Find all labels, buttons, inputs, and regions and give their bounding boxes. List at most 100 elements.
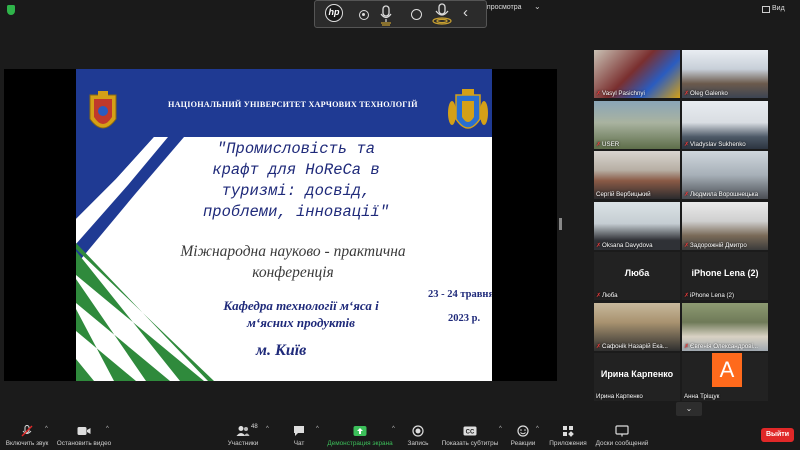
title-line: "Промисловість та bbox=[216, 140, 376, 158]
participant-tile[interactable]: ✗Oleg Galenko bbox=[682, 50, 768, 98]
participant-name-text: iPhone Lena (2) bbox=[690, 292, 735, 299]
participant-name: Сергій Вербицький bbox=[596, 191, 651, 198]
chevron-left-icon[interactable]: ‹ bbox=[463, 4, 468, 21]
presentation-slide: НАЦІОНАЛЬНИЙ УНІВЕРСИТЕТ ХАРЧОВИХ ТЕХНОЛ… bbox=[76, 69, 492, 381]
record-icon[interactable] bbox=[359, 10, 369, 20]
chat-icon bbox=[294, 426, 304, 436]
chevron-up-icon[interactable]: ^ bbox=[316, 426, 319, 432]
mic-muted-icon: ✗ bbox=[596, 343, 602, 350]
reactions-label: Реакции bbox=[510, 440, 536, 447]
participant-tile[interactable]: ✗Vasyl Pasichnyi bbox=[594, 50, 680, 98]
title-line: проблеми, інновації" bbox=[202, 203, 390, 221]
svg-text:CC: CC bbox=[466, 430, 475, 436]
share-screen-button[interactable]: Демонстрация экрана bbox=[326, 420, 394, 450]
participant-display-name: iPhone Lena (2) bbox=[691, 268, 759, 278]
reactions-button[interactable]: Реакции bbox=[508, 420, 538, 450]
captions-label: Показать субтитры bbox=[441, 440, 499, 447]
mic-muted-icon: ✗ bbox=[596, 242, 602, 249]
mic-muted-icon: ✗ bbox=[684, 192, 690, 198]
avatar: A bbox=[712, 353, 742, 387]
participant-name: ✗Люба bbox=[596, 292, 618, 299]
camera-ring-icon[interactable] bbox=[411, 9, 422, 20]
view-button[interactable]: Вид bbox=[772, 5, 785, 12]
grid-view-icon bbox=[762, 6, 770, 13]
chat-button[interactable]: Чат bbox=[286, 420, 312, 450]
participant-name-text: Задорожній Дмитро bbox=[690, 241, 747, 249]
chevron-up-icon[interactable]: ^ bbox=[106, 426, 109, 432]
title-line: крафт для HoReCa в bbox=[212, 161, 380, 179]
participant-display-name: Ирина Карпенко bbox=[600, 369, 674, 379]
chat-label: Чат bbox=[293, 440, 305, 447]
mic-active-icon[interactable] bbox=[431, 2, 453, 26]
chevron-up-icon[interactable]: ^ bbox=[536, 426, 539, 432]
participant-name: ✗Людмила Ворошнецька bbox=[684, 191, 758, 198]
title-line: туризмі: досвід, bbox=[221, 182, 371, 200]
participant-tile[interactable]: ✗Євгенія Олександрові... bbox=[682, 302, 768, 351]
conference-subtitle: Міжнародна науково - практична конференц… bbox=[148, 241, 438, 283]
apps-button[interactable]: Приложения bbox=[546, 420, 590, 450]
chevron-up-icon[interactable]: ^ bbox=[266, 426, 269, 432]
participant-name: ✗Задорожній Дмитро bbox=[684, 242, 747, 249]
participant-tile[interactable]: Сергій Вербицький bbox=[594, 151, 680, 199]
participant-tile[interactable]: ✗Vladyslav Sukhenko bbox=[682, 100, 768, 149]
participant-name: Анна Тріщук bbox=[684, 393, 719, 400]
participant-tile[interactable]: A Анна Тріщук bbox=[682, 353, 768, 401]
captions-button[interactable]: CC Показать субтитры bbox=[440, 420, 500, 450]
security-shield-icon[interactable] bbox=[7, 5, 15, 15]
mic-muted-icon: ✗ bbox=[684, 141, 690, 148]
whiteboards-button[interactable]: Доски сообщений bbox=[594, 420, 650, 450]
video-button[interactable]: Остановить видео bbox=[56, 420, 112, 450]
participant-name: ✗Євгенія Олександрові... bbox=[684, 343, 758, 350]
mic-muted-icon: ✗ bbox=[684, 91, 690, 97]
participant-name: ✗Vladyslav Sukhenko bbox=[684, 141, 746, 148]
participant-tile[interactable]: Люба ✗Люба bbox=[594, 252, 680, 300]
smiley-icon bbox=[517, 425, 529, 437]
participant-tile[interactable]: ✗Oksana Davydova bbox=[594, 201, 680, 250]
video-camera-icon bbox=[77, 427, 91, 435]
whiteboard-icon bbox=[615, 425, 629, 437]
share-screen-label: Демонстрация экрана bbox=[327, 440, 393, 447]
chevron-up-icon[interactable]: ^ bbox=[45, 426, 48, 432]
chevron-up-icon[interactable]: ^ bbox=[392, 426, 395, 432]
participant-tile[interactable]: Ирина Карпенко Ирина Карпенко bbox=[594, 353, 680, 401]
participant-name: ✗Oksana Davydova bbox=[596, 242, 653, 249]
participant-name-text: Oleg Galenko bbox=[690, 90, 728, 97]
participant-name-text: Євгенія Олександрові... bbox=[690, 342, 759, 350]
participant-tile[interactable]: ✗Людмила Ворошнецька bbox=[682, 151, 768, 199]
chevron-down-icon[interactable]: ⌄ bbox=[676, 402, 702, 416]
subtitle-line: Міжнародна науково - практична bbox=[180, 243, 406, 260]
video-label: Остановить видео bbox=[56, 440, 112, 447]
department-line: м‘ясних продуктів bbox=[247, 315, 355, 330]
participant-tile[interactable]: ✗USER bbox=[594, 100, 680, 149]
participant-tile[interactable]: ✗Сафоніk Назарій Ека... bbox=[594, 302, 680, 351]
chevron-up-icon[interactable]: ^ bbox=[499, 426, 502, 432]
record-label: Запись bbox=[407, 440, 429, 447]
department-name: Кафедра технології м‘яса і м‘ясних проду… bbox=[181, 297, 421, 331]
leave-meeting-button[interactable]: Выйти bbox=[761, 428, 794, 442]
participant-name: ✗Oleg Galenko bbox=[684, 90, 728, 97]
participant-tile[interactable]: ✗Задорожній Дмитро bbox=[682, 201, 768, 250]
mic-muted-icon: ✗ bbox=[596, 141, 602, 148]
record-button[interactable]: Запись bbox=[404, 420, 432, 450]
participant-name-text: Сергій Вербицький bbox=[596, 191, 651, 198]
university-name: НАЦІОНАЛЬНИЙ УНІВЕРСИТЕТ ХАРЧОВИХ ТЕХНОЛ… bbox=[168, 100, 418, 109]
participant-name-text: Oksana Davydova bbox=[602, 241, 653, 249]
mute-button[interactable]: Включить звук bbox=[4, 420, 50, 450]
closed-captions-icon: CC bbox=[463, 426, 477, 436]
participant-name-text: Сафоніk Назарій Ека... bbox=[602, 342, 668, 350]
participant-tile[interactable]: iPhone Lena (2) ✗iPhone Lena (2) bbox=[682, 252, 768, 300]
participant-name-text: Vasyl Pasichnyi bbox=[602, 90, 645, 97]
chevron-down-icon[interactable]: ⌄ bbox=[534, 2, 541, 11]
conference-city: м. Київ bbox=[256, 342, 307, 359]
mic-muted-icon: ✗ bbox=[596, 293, 602, 299]
meeting-toolbar: Включить звук ^ Остановить видео ^ Участ… bbox=[0, 420, 800, 450]
share-screen-icon bbox=[353, 426, 367, 436]
mic-muted-icon bbox=[21, 425, 33, 437]
participant-display-name: Люба bbox=[624, 268, 650, 278]
participants-label: Участники bbox=[227, 440, 259, 447]
resize-handle[interactable] bbox=[559, 218, 562, 230]
participant-name-text: USER bbox=[602, 140, 620, 148]
mic-icon[interactable] bbox=[379, 4, 393, 26]
participant-name-text: Ирина Карпенко bbox=[596, 393, 643, 400]
whiteboards-label: Доски сообщений bbox=[595, 440, 649, 447]
